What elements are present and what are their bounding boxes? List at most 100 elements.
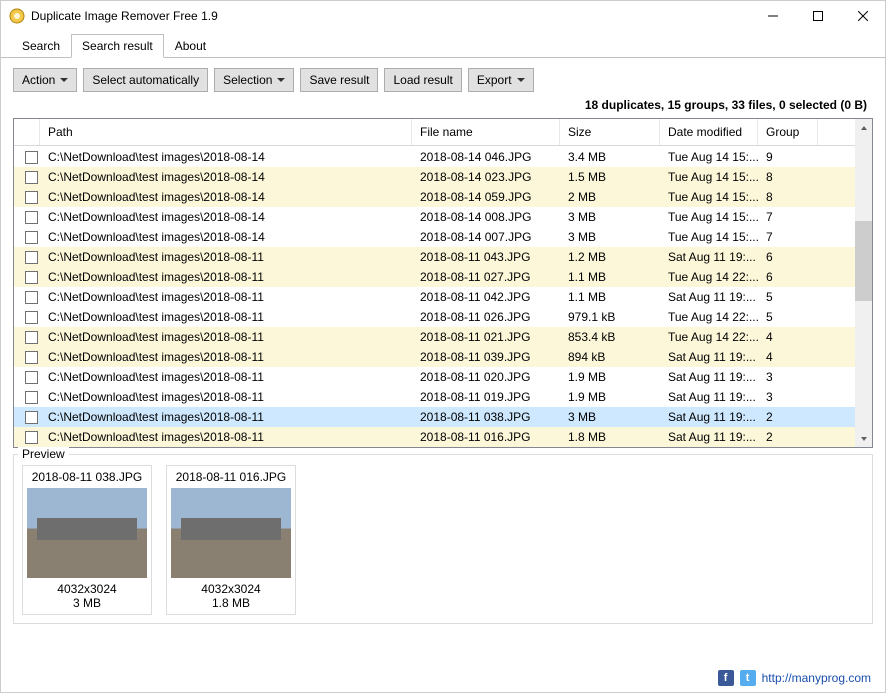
table-row[interactable]: C:\NetDownload\test images\2018-08-11201…	[14, 287, 855, 307]
cell-group: 9	[758, 148, 818, 166]
cell-group: 8	[758, 188, 818, 206]
row-checkbox[interactable]	[25, 371, 38, 384]
col-path[interactable]: Path	[40, 119, 412, 145]
preview-thumb[interactable]: 2018-08-11 016.JPG4032x30241.8 MB	[166, 465, 296, 615]
row-checkbox[interactable]	[25, 211, 38, 224]
toolbar: Action Select automatically Selection Sa…	[1, 58, 885, 98]
table-row[interactable]: C:\NetDownload\test images\2018-08-14201…	[14, 207, 855, 227]
website-link[interactable]: http://manyprog.com	[762, 671, 871, 685]
cell-path: C:\NetDownload\test images\2018-08-11	[40, 388, 412, 406]
export-button[interactable]: Export	[468, 68, 534, 92]
status-text: 18 duplicates, 15 groups, 33 files, 0 se…	[1, 98, 885, 118]
results-table: Path File name Size Date modified Group …	[13, 118, 873, 448]
selection-button[interactable]: Selection	[214, 68, 294, 92]
table-row[interactable]: C:\NetDownload\test images\2018-08-11201…	[14, 367, 855, 387]
tab-search[interactable]: Search	[11, 34, 71, 58]
facebook-icon[interactable]: f	[718, 670, 734, 686]
table-row[interactable]: C:\NetDownload\test images\2018-08-11201…	[14, 327, 855, 347]
cell-group: 5	[758, 288, 818, 306]
table-header: Path File name Size Date modified Group	[14, 119, 872, 146]
col-checkbox[interactable]	[14, 119, 40, 145]
action-button[interactable]: Action	[13, 68, 77, 92]
app-icon	[9, 8, 25, 24]
minimize-button[interactable]	[750, 2, 795, 31]
thumb-filename: 2018-08-11 016.JPG	[171, 470, 291, 484]
row-checkbox[interactable]	[25, 171, 38, 184]
scroll-track[interactable]	[855, 136, 872, 430]
cell-path: C:\NetDownload\test images\2018-08-11	[40, 368, 412, 386]
cell-group: 2	[758, 428, 818, 446]
load-result-button[interactable]: Load result	[384, 68, 461, 92]
cell-date: Sat Aug 11 19:...	[660, 388, 758, 406]
cell-date: Sat Aug 11 19:...	[660, 408, 758, 426]
cell-date: Sat Aug 11 19:...	[660, 428, 758, 446]
col-filename[interactable]: File name	[412, 119, 560, 145]
cell-size: 1.1 MB	[560, 268, 660, 286]
cell-group: 7	[758, 228, 818, 246]
cell-filename: 2018-08-11 019.JPG	[412, 388, 560, 406]
table-row[interactable]: C:\NetDownload\test images\2018-08-14201…	[14, 147, 855, 167]
col-group[interactable]: Group	[758, 119, 818, 145]
maximize-button[interactable]	[795, 2, 840, 31]
table-row[interactable]: C:\NetDownload\test images\2018-08-11201…	[14, 427, 855, 447]
cell-path: C:\NetDownload\test images\2018-08-11	[40, 268, 412, 286]
cell-group: 3	[758, 388, 818, 406]
cell-filename: 2018-08-14 007.JPG	[412, 228, 560, 246]
cell-date: Tue Aug 14 15:...	[660, 208, 758, 226]
tab-search-result[interactable]: Search result	[71, 34, 164, 58]
cell-path: C:\NetDownload\test images\2018-08-11	[40, 248, 412, 266]
table-row[interactable]: C:\NetDownload\test images\2018-08-14201…	[14, 167, 855, 187]
table-row[interactable]: C:\NetDownload\test images\2018-08-11201…	[14, 307, 855, 327]
table-row[interactable]: C:\NetDownload\test images\2018-08-11201…	[14, 407, 855, 427]
table-row[interactable]: C:\NetDownload\test images\2018-08-11201…	[14, 247, 855, 267]
row-checkbox[interactable]	[25, 351, 38, 364]
cell-date: Tue Aug 14 22:...	[660, 308, 758, 326]
row-checkbox[interactable]	[25, 271, 38, 284]
row-checkbox[interactable]	[25, 411, 38, 424]
cell-size: 894 kB	[560, 348, 660, 366]
table-row[interactable]: C:\NetDownload\test images\2018-08-11201…	[14, 387, 855, 407]
row-checkbox[interactable]	[25, 251, 38, 264]
scrollbar[interactable]	[855, 119, 872, 447]
col-size[interactable]: Size	[560, 119, 660, 145]
select-automatically-button[interactable]: Select automatically	[83, 68, 208, 92]
table-row[interactable]: C:\NetDownload\test images\2018-08-14201…	[14, 227, 855, 247]
row-checkbox[interactable]	[25, 191, 38, 204]
tab-about[interactable]: About	[164, 34, 217, 58]
preview-thumb[interactable]: 2018-08-11 038.JPG4032x30243 MB	[22, 465, 152, 615]
row-checkbox[interactable]	[25, 291, 38, 304]
row-checkbox[interactable]	[25, 431, 38, 444]
cell-size: 1.8 MB	[560, 428, 660, 446]
table-row[interactable]: C:\NetDownload\test images\2018-08-14201…	[14, 187, 855, 207]
thumb-filename: 2018-08-11 038.JPG	[27, 470, 147, 484]
row-checkbox[interactable]	[25, 231, 38, 244]
cell-filename: 2018-08-14 059.JPG	[412, 188, 560, 206]
scroll-up-icon[interactable]	[855, 119, 872, 136]
row-checkbox[interactable]	[25, 311, 38, 324]
cell-date: Tue Aug 14 22:...	[660, 268, 758, 286]
table-row[interactable]: C:\NetDownload\test images\2018-08-11201…	[14, 267, 855, 287]
cell-size: 979.1 kB	[560, 308, 660, 326]
cell-filename: 2018-08-14 023.JPG	[412, 168, 560, 186]
cell-size: 2 MB	[560, 188, 660, 206]
table-row[interactable]: C:\NetDownload\test images\2018-08-11201…	[14, 347, 855, 367]
cell-filename: 2018-08-11 020.JPG	[412, 368, 560, 386]
row-checkbox[interactable]	[25, 391, 38, 404]
footer: f t http://manyprog.com	[718, 670, 871, 686]
cell-date: Sat Aug 11 19:...	[660, 348, 758, 366]
close-button[interactable]	[840, 2, 885, 31]
row-checkbox[interactable]	[25, 151, 38, 164]
scroll-down-icon[interactable]	[855, 430, 872, 447]
twitter-icon[interactable]: t	[740, 670, 756, 686]
save-result-button[interactable]: Save result	[300, 68, 378, 92]
cell-path: C:\NetDownload\test images\2018-08-11	[40, 428, 412, 446]
cell-path: C:\NetDownload\test images\2018-08-11	[40, 308, 412, 326]
scroll-thumb[interactable]	[855, 221, 872, 301]
cell-path: C:\NetDownload\test images\2018-08-14	[40, 148, 412, 166]
cell-group: 5	[758, 308, 818, 326]
row-checkbox[interactable]	[25, 331, 38, 344]
col-date[interactable]: Date modified	[660, 119, 758, 145]
cell-group: 6	[758, 268, 818, 286]
cell-group: 6	[758, 248, 818, 266]
cell-filename: 2018-08-11 043.JPG	[412, 248, 560, 266]
